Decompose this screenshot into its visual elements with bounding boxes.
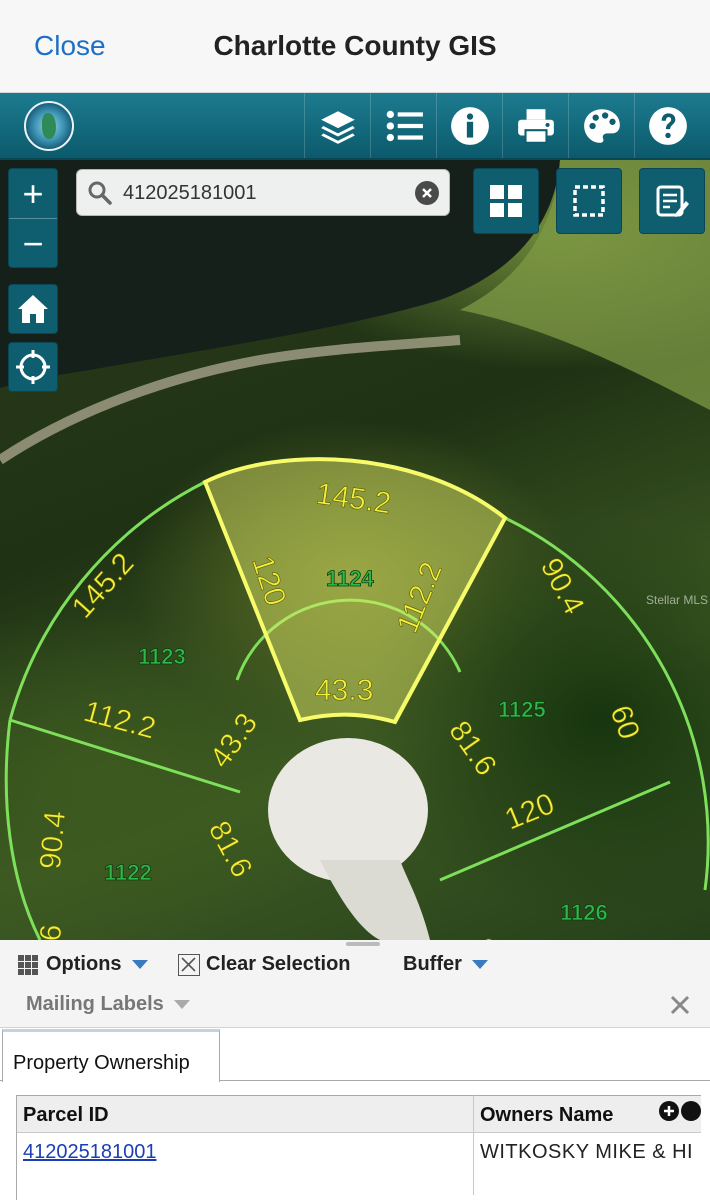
table-row-parcel-id: 412025181001 [17,1133,474,1195]
parcel-label-1125[interactable]: 1125 [498,697,547,723]
grid-icon [18,954,38,975]
layers-icon [320,110,355,144]
clear-search-icon[interactable] [415,181,439,205]
column-tools [659,1101,703,1121]
column-settings-icon[interactable] [681,1101,701,1121]
locate-button[interactable] [8,342,58,392]
dim-label: 81.6 [202,816,259,883]
gis-toolbar [0,93,710,160]
add-column-icon[interactable] [659,1101,679,1121]
dim-label: 90.4 [534,553,591,620]
options-bar: Options Clear Selection Buffer Mailing L… [0,940,710,1028]
info-button[interactable] [436,93,502,158]
search-input[interactable] [123,178,413,208]
print-icon [517,108,554,144]
chevron-down-icon [471,960,488,969]
watermark: Stellar MLS [646,593,709,607]
info-icon [450,106,489,145]
dim-label: 90.4 [34,810,72,871]
top-bar: Close Charlotte County GIS [0,0,710,93]
clear-box-icon [178,953,200,976]
basemap-button[interactable] [473,168,539,234]
dim-label: 112.2 [80,695,159,746]
edit-notes-icon [656,185,689,217]
options-menu[interactable]: Options [18,953,148,976]
mailing-labels-menu[interactable]: Mailing Labels [26,993,190,1016]
home-icon [18,295,48,323]
table-row-owner: WITKOSKY MIKE & HI [480,1141,694,1163]
page-title: Charlotte County GIS [213,30,497,61]
select-box-button[interactable] [556,168,622,234]
clear-selection-button[interactable]: Clear Selection [178,953,351,976]
search-icon [88,181,112,205]
zoom-out-button[interactable]: − [9,219,57,269]
road [320,860,430,940]
help-button[interactable] [634,93,700,158]
close-panel-icon[interactable] [668,993,692,1017]
zoom-in-button[interactable]: + [9,169,57,219]
locate-icon [16,350,50,384]
layers-button[interactable] [304,93,370,158]
legend-list-icon [386,110,423,141]
dim-label: 60 [603,701,645,744]
parcel-label-1126[interactable]: 1126 [560,900,609,926]
parcel-id-link[interactable]: 412025181001 [23,1141,156,1163]
home-button[interactable] [8,284,58,334]
help-icon [648,106,687,145]
draw-button[interactable] [568,93,634,158]
print-button[interactable] [502,93,568,158]
tab-property-ownership[interactable]: Property Ownership [2,1029,220,1082]
chevron-down-icon [131,960,148,969]
parcel-label-1124[interactable]: 1124 [326,566,375,592]
tab-strip: Property Ownership [0,1029,710,1082]
notes-button[interactable] [639,168,705,234]
panel-resize-handle[interactable] [346,942,380,946]
parcel-label-1122[interactable]: 1122 [104,860,153,886]
column-header-parcel-id[interactable]: Parcel ID [17,1095,474,1133]
map-view[interactable]: 145.2 120 112.2 43.3 145.2 112.2 43.3 90… [0,160,710,940]
select-box-icon [573,185,605,217]
dim-label: 6 [34,923,68,940]
buffer-menu[interactable]: Buffer [403,953,488,976]
dim-label: 81.6 [442,715,503,782]
palette-icon [583,108,620,143]
parcel-search [76,169,450,216]
dim-label: 120 [500,787,559,836]
county-seal-logo [24,101,74,151]
zoom-controls: + − [8,168,58,268]
legend-button[interactable] [370,93,436,158]
ownership-table: Parcel ID Owners Name 412025181001 WITKO… [16,1095,703,1200]
basemap-grid-icon [490,185,522,217]
dim-label: 43.3 [315,674,373,707]
chevron-down-icon [173,1000,190,1009]
parcel-map-overlay: 145.2 120 112.2 43.3 145.2 112.2 43.3 90… [0,160,710,940]
dim-label: 43.3 [204,707,265,774]
parcel-label-1123[interactable]: 1123 [138,644,187,670]
